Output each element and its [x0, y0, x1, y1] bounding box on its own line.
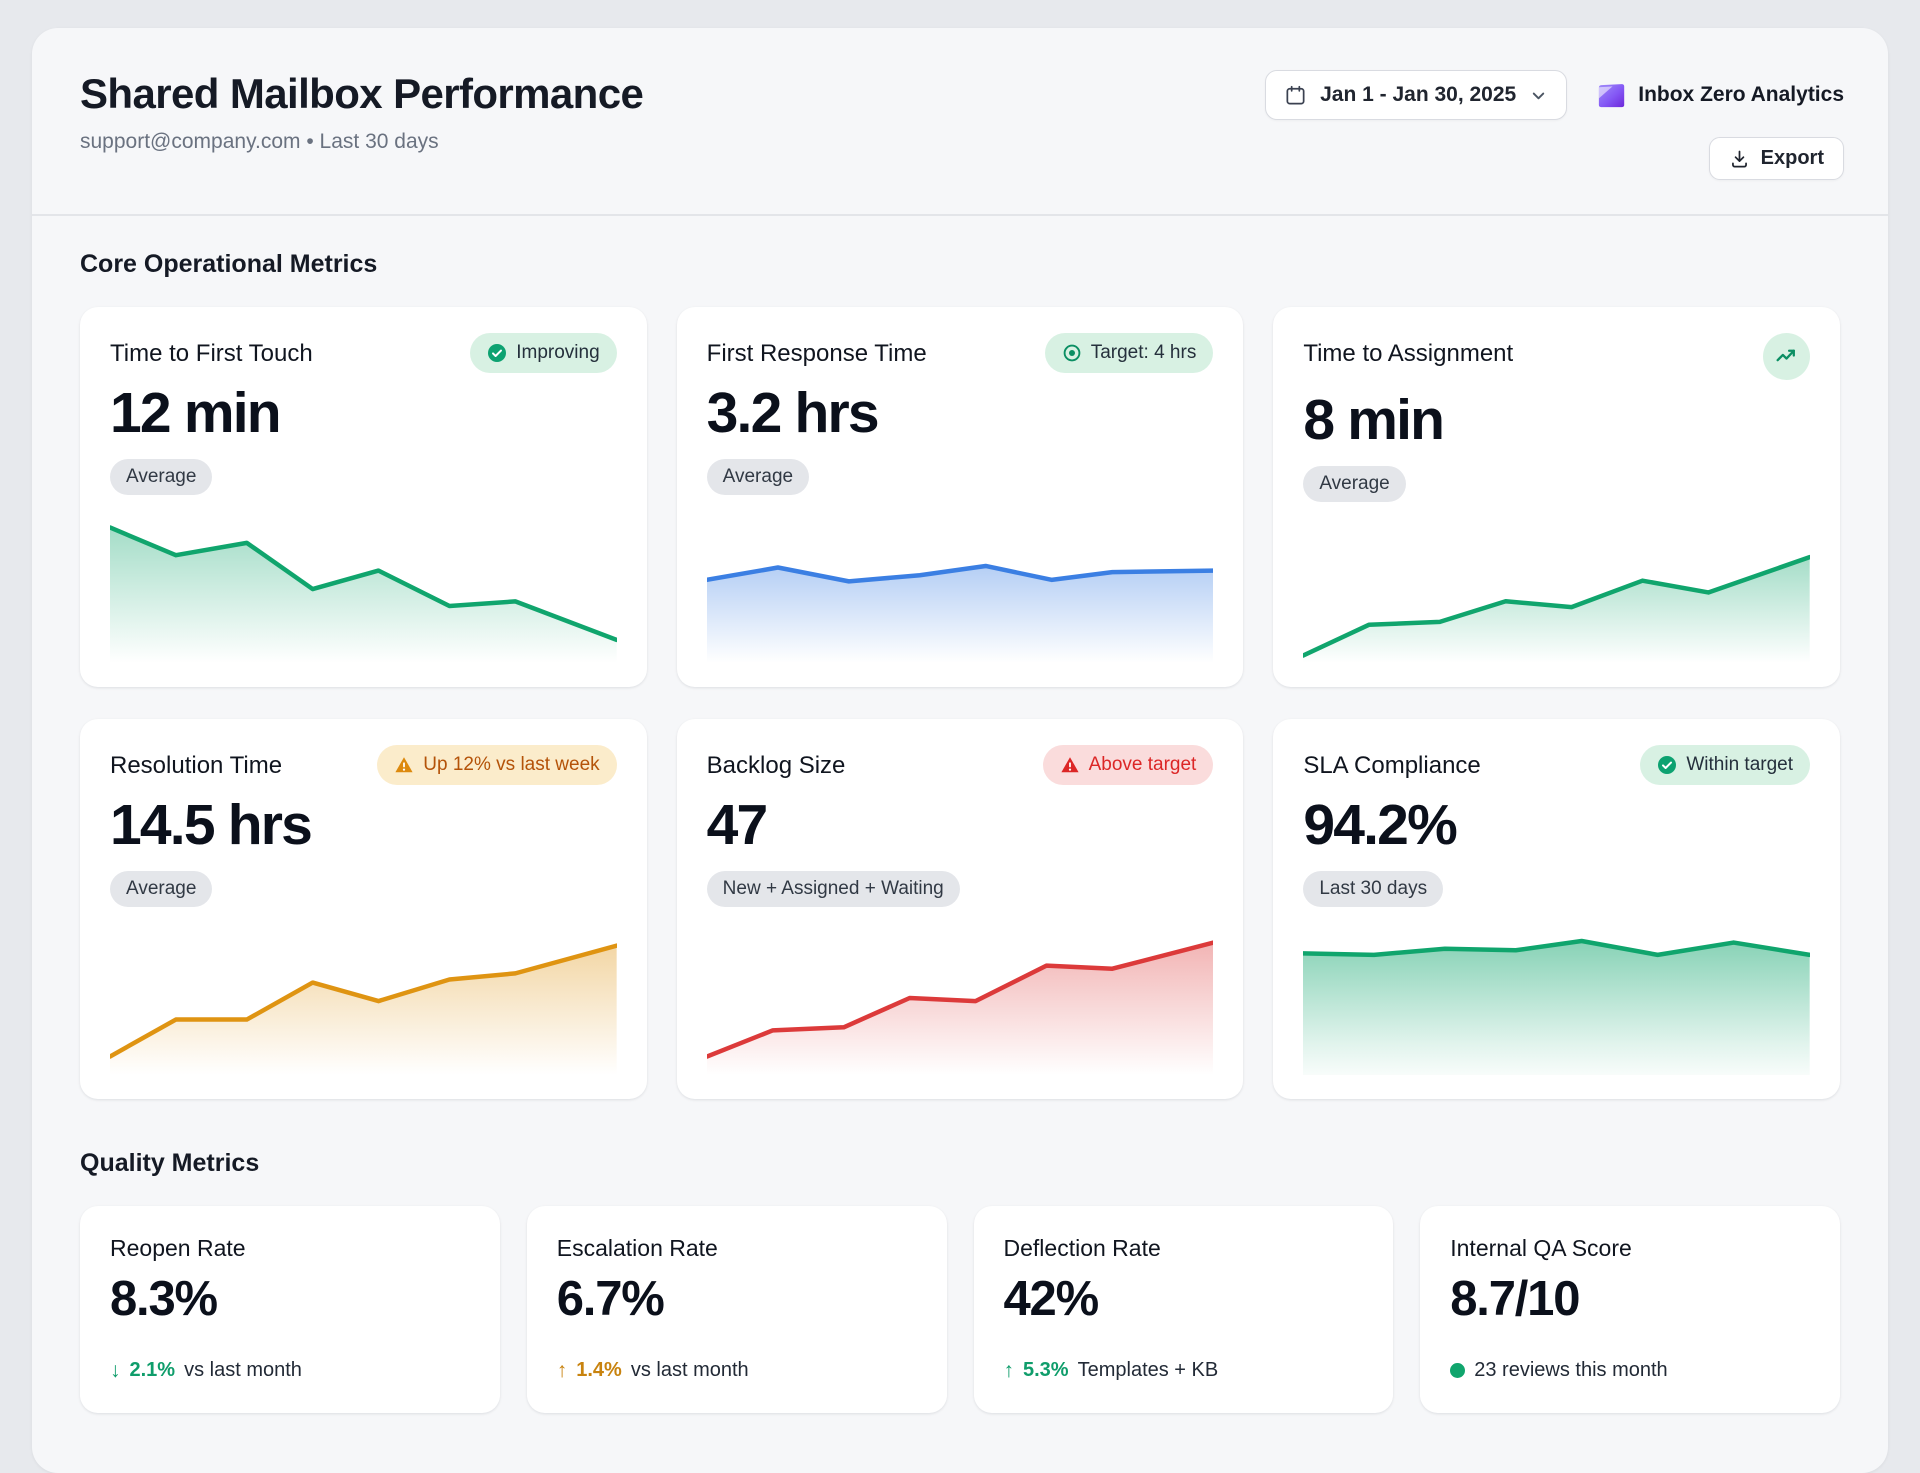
section-core-metrics-title: Core Operational Metrics: [80, 250, 1840, 279]
metric-context-pill: New + Assigned + Waiting: [707, 871, 960, 907]
trending-up-icon: [1763, 333, 1810, 380]
dashboard-body: Core Operational Metrics Time to First T…: [32, 216, 1888, 1413]
sparkline-chart: [707, 921, 1214, 1075]
chevron-down-icon: [1529, 86, 1548, 105]
arrow-up-icon: ↑: [1004, 1360, 1015, 1381]
arrow-down-icon: ↓: [110, 1360, 121, 1381]
metric-value: 14.5 hrs: [110, 797, 617, 854]
quality-metric-card: Reopen Rate 8.3% ↓ 2.1% vs last month: [80, 1206, 500, 1413]
metric-context-pill: Average: [1303, 466, 1405, 502]
brand: Inbox Zero Analytics: [1595, 80, 1844, 111]
export-label: Export: [1761, 147, 1824, 170]
sparkline-chart: [707, 509, 1214, 663]
quality-metric-card: Escalation Rate 6.7% ↑ 1.4% vs last month: [527, 1206, 947, 1413]
quality-value: 42%: [1004, 1275, 1364, 1324]
metric-card: First Response Time Target: 4 hrs 3.2 hrs A…: [677, 307, 1244, 687]
quality-change-text: Templates + KB: [1078, 1359, 1219, 1382]
quality-metric-card: Deflection Rate 42% ↑ 5.3% Templates + KB: [974, 1206, 1394, 1413]
sparkline-chart: [1303, 921, 1810, 1075]
metric-context-pill: Average: [707, 459, 809, 495]
target-icon: [1062, 343, 1082, 363]
metric-card-title: First Response Time: [707, 333, 927, 368]
header-titles: Shared Mailbox Performance support@compa…: [80, 70, 643, 154]
metric-card: Resolution Time Up 12% vs last week 14.5 h…: [80, 719, 647, 1099]
quality-change-highlight: 2.1%: [130, 1359, 176, 1382]
metric-value: 8 min: [1303, 392, 1810, 449]
quality-change-highlight: 1.4%: [576, 1359, 622, 1382]
metric-badge-label: Within target: [1686, 754, 1793, 776]
quality-change: ↓ 2.1% vs last month: [110, 1359, 470, 1382]
quality-change-text: vs last month: [184, 1359, 302, 1382]
metric-status-badge: Within target: [1640, 745, 1810, 785]
quality-card-title: Internal QA Score: [1450, 1235, 1810, 1262]
metric-card-title: SLA Compliance: [1303, 745, 1480, 780]
sparkline-chart: [110, 921, 617, 1075]
metric-card: SLA Compliance Within target 94.2% Last 30 …: [1273, 719, 1840, 1099]
metric-value: 12 min: [110, 385, 617, 442]
quality-change: ↑ 1.4% vs last month: [557, 1359, 917, 1382]
metric-status-badge: Improving: [470, 333, 616, 373]
metric-status-badge: Up 12% vs last week: [377, 745, 616, 785]
metric-card-title: Resolution Time: [110, 745, 282, 780]
quality-change-text: 23 reviews this month: [1474, 1359, 1667, 1382]
quality-change-text: vs last month: [631, 1359, 749, 1382]
download-icon: [1729, 148, 1750, 169]
metric-card-title: Backlog Size: [707, 745, 846, 780]
quality-card-title: Escalation Rate: [557, 1235, 917, 1262]
page-title: Shared Mailbox Performance: [80, 70, 643, 118]
metric-status-badge: Target: 4 hrs: [1045, 333, 1214, 373]
page-subtitle: support@company.com • Last 30 days: [80, 130, 643, 154]
quality-change: 23 reviews this month: [1450, 1359, 1810, 1382]
dashboard-header: Shared Mailbox Performance support@compa…: [32, 28, 1888, 180]
dashboard-panel: Shared Mailbox Performance support@compa…: [32, 28, 1888, 1473]
brand-logo-icon: [1595, 80, 1626, 111]
quality-value: 8.3%: [110, 1275, 470, 1324]
metric-card: Time to Assignment 8 min Average: [1273, 307, 1840, 687]
quality-value: 6.7%: [557, 1275, 917, 1324]
date-range-picker[interactable]: Jan 1 - Jan 30, 2025: [1265, 70, 1567, 120]
quality-card-title: Reopen Rate: [110, 1235, 470, 1262]
sparkline-chart: [110, 509, 617, 663]
date-range-label: Jan 1 - Jan 30, 2025: [1320, 83, 1516, 107]
metric-badge-label: Improving: [516, 342, 599, 364]
metric-status-badge: Above target: [1043, 745, 1214, 785]
metric-card-title: Time to Assignment: [1303, 333, 1513, 368]
metric-context-pill: Last 30 days: [1303, 871, 1443, 907]
warning-triangle-icon: [1060, 755, 1080, 775]
header-controls: Jan 1 - Jan 30, 2025: [1265, 70, 1844, 180]
core-metrics-grid: Time to First Touch Improving 12 min Averag…: [80, 307, 1840, 1099]
quality-card-title: Deflection Rate: [1004, 1235, 1364, 1262]
brand-name: Inbox Zero Analytics: [1638, 83, 1844, 107]
section-quality-metrics-title: Quality Metrics: [80, 1149, 1840, 1178]
metric-badge-label: Target: 4 hrs: [1091, 342, 1197, 364]
metric-value: 3.2 hrs: [707, 385, 1214, 442]
quality-change: ↑ 5.3% Templates + KB: [1004, 1359, 1364, 1382]
metric-card: Backlog Size Above target 47 New + Assigned…: [677, 719, 1244, 1099]
warning-triangle-icon: [394, 755, 414, 775]
metric-card: Time to First Touch Improving 12 min Averag…: [80, 307, 647, 687]
quality-change-highlight: 5.3%: [1023, 1359, 1069, 1382]
arrow-up-icon: ↑: [557, 1360, 568, 1381]
dot-icon: [1450, 1363, 1465, 1378]
check-circle-icon: [1657, 755, 1677, 775]
metric-badge-label: Up 12% vs last week: [423, 754, 599, 776]
metric-value: 47: [707, 797, 1214, 854]
metric-context-pill: Average: [110, 459, 212, 495]
check-circle-icon: [487, 343, 507, 363]
export-button[interactable]: Export: [1709, 137, 1844, 180]
metric-value: 94.2%: [1303, 797, 1810, 854]
quality-metric-card: Internal QA Score 8.7/10 23 reviews this m…: [1420, 1206, 1840, 1413]
metric-badge-label: Above target: [1089, 754, 1197, 776]
calendar-icon: [1284, 84, 1307, 107]
metric-context-pill: Average: [110, 871, 212, 907]
quality-metrics-grid: Reopen Rate8.3%↓2.1%vs last monthEscalat…: [80, 1206, 1840, 1413]
sparkline-chart: [1303, 516, 1810, 663]
metric-card-title: Time to First Touch: [110, 333, 313, 368]
quality-value: 8.7/10: [1450, 1275, 1810, 1324]
